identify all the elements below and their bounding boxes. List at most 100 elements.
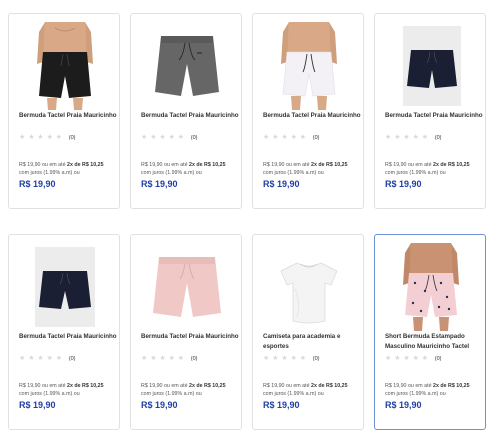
installment-amount: 2x de R$ 10,25 [311, 162, 348, 168]
product-price: R$ 19,90 [141, 179, 178, 189]
star-icon: ★ [168, 133, 175, 141]
star-icon: ★ [159, 354, 166, 362]
review-count: (0) [190, 355, 198, 362]
installment-suffix: com juros (1.99% a.m) ou [19, 391, 80, 398]
star-icon: ★ [412, 133, 419, 141]
product-image[interactable] [383, 243, 479, 331]
installment-suffix: com juros (1.99% a.m) ou [141, 391, 202, 398]
installment-prefix: R$ 19,90 ou em até [385, 383, 432, 389]
star-icon: ★ [403, 354, 410, 362]
product-card[interactable]: Bermuda Tactel Praia Mauricinho ★ ★ ★ ★ ★ (0… [8, 234, 120, 430]
star-icon: ★ [281, 133, 288, 141]
product-rating: ★ ★ ★ ★ ★ (0) [385, 134, 441, 141]
product-card[interactable]: Bermuda Tactel Praia Mauricinho ★ ★ ★ ★ ★ (0… [252, 13, 364, 209]
rating-stars: ★ ★ ★ ★ ★ [19, 134, 63, 141]
rating-stars: ★ ★ ★ ★ ★ [263, 134, 307, 141]
product-card[interactable]: Camiseta para academia e esportes ★ ★ ★ ★ ★ … [252, 234, 364, 430]
star-icon: ★ [55, 133, 63, 141]
star-icon: ★ [272, 354, 279, 362]
star-icon: ★ [46, 133, 53, 141]
star-icon: ★ [55, 354, 63, 362]
product-name[interactable]: Bermuda Tactel Praia Mauricinho [141, 111, 239, 121]
star-icon: ★ [385, 354, 392, 362]
product-price: R$ 19,90 [19, 179, 56, 189]
product-name[interactable]: Bermuda Tactel Praia Mauricinho [19, 111, 117, 121]
installment-amount: 2x de R$ 10,25 [67, 162, 104, 168]
star-icon: ★ [281, 354, 288, 362]
product-image[interactable] [17, 243, 113, 331]
product-rating: ★ ★ ★ ★ ★ (0) [141, 134, 197, 141]
star-icon: ★ [272, 133, 279, 141]
star-icon: ★ [394, 133, 401, 141]
installment-prefix: R$ 19,90 ou em até [19, 383, 66, 389]
star-icon: ★ [177, 354, 185, 362]
installment-prefix: R$ 19,90 ou em até [141, 162, 188, 168]
product-image[interactable] [261, 243, 357, 331]
installment-prefix: R$ 19,90 ou em até [141, 383, 188, 389]
product-price: R$ 19,90 [19, 400, 56, 410]
navy-shorts-image [17, 243, 113, 331]
product-rating: ★ ★ ★ ★ ★ (0) [263, 134, 319, 141]
installment-text: R$ 19,90 ou em até 2x de R$ 10,25 com ju… [263, 382, 363, 399]
product-rating: ★ ★ ★ ★ ★ (0) [141, 355, 197, 362]
product-rating: ★ ★ ★ ★ ★ (0) [385, 355, 441, 362]
installment-amount: 2x de R$ 10,25 [189, 383, 226, 389]
review-count: (0) [68, 355, 76, 362]
product-price: R$ 19,90 [141, 400, 178, 410]
product-price: R$ 19,90 [263, 179, 300, 189]
product-rating: ★ ★ ★ ★ ★ (0) [19, 355, 75, 362]
product-name[interactable]: Bermuda Tactel Praia Mauricinho [19, 332, 117, 342]
star-icon: ★ [421, 354, 429, 362]
star-icon: ★ [37, 133, 44, 141]
product-image[interactable] [139, 243, 235, 331]
installment-suffix: com juros (1.99% a.m) ou [19, 170, 80, 177]
gray-shorts-image [139, 22, 235, 110]
installment-text: R$ 19,90 ou em até 2x de R$ 10,25 com ju… [19, 382, 119, 399]
star-icon: ★ [19, 133, 26, 141]
installment-amount: 2x de R$ 10,25 [433, 383, 470, 389]
product-image[interactable] [17, 22, 113, 110]
product-card[interactable]: Bermuda Tactel Praia Mauricinho ★ ★ ★ ★ ★ (0… [130, 13, 242, 209]
product-price: R$ 19,90 [385, 400, 422, 410]
installment-text: R$ 19,90 ou em até 2x de R$ 10,25 com ju… [263, 161, 363, 178]
rating-stars: ★ ★ ★ ★ ★ [263, 355, 307, 362]
installment-suffix: com juros (1.99% a.m) ou [385, 391, 446, 398]
star-icon: ★ [150, 133, 157, 141]
product-card[interactable]: Bermuda Tactel Praia Mauricinho ★ ★ ★ ★ ★ (0… [8, 13, 120, 209]
star-icon: ★ [263, 133, 270, 141]
product-name[interactable]: Camiseta para academia e esportes [263, 332, 361, 351]
installment-suffix: com juros (1.99% a.m) ou [263, 170, 324, 177]
product-name[interactable]: Short Bermuda Estampado Masculino Mauric… [385, 332, 483, 351]
product-card[interactable]: Bermuda Tactel Praia Mauricinho ★ ★ ★ ★ ★ (0… [374, 13, 486, 209]
product-name[interactable]: Bermuda Tactel Praia Mauricinho [385, 111, 483, 121]
installment-text: R$ 19,90 ou em até 2x de R$ 10,25 com ju… [385, 382, 485, 399]
star-icon: ★ [150, 354, 157, 362]
model-pink-print-shorts-image [383, 243, 479, 331]
product-name[interactable]: Bermuda Tactel Praia Mauricinho [263, 111, 361, 121]
product-image[interactable] [139, 22, 235, 110]
review-count: (0) [68, 134, 76, 141]
rating-stars: ★ ★ ★ ★ ★ [385, 355, 429, 362]
star-icon: ★ [19, 354, 26, 362]
installment-text: R$ 19,90 ou em até 2x de R$ 10,25 com ju… [19, 161, 119, 178]
rating-stars: ★ ★ ★ ★ ★ [19, 355, 63, 362]
installment-prefix: R$ 19,90 ou em até [263, 162, 310, 168]
product-card[interactable]: Bermuda Tactel Praia Mauricinho ★ ★ ★ ★ ★ (0… [130, 234, 242, 430]
product-image[interactable] [383, 22, 479, 110]
star-icon: ★ [290, 354, 297, 362]
star-icon: ★ [290, 133, 297, 141]
product-card[interactable]: Short Bermuda Estampado Masculino Mauric… [374, 234, 486, 430]
review-count: (0) [312, 355, 320, 362]
review-count: (0) [190, 134, 198, 141]
star-icon: ★ [28, 133, 35, 141]
rating-stars: ★ ★ ★ ★ ★ [141, 134, 185, 141]
installment-text: R$ 19,90 ou em até 2x de R$ 10,25 com ju… [141, 161, 241, 178]
product-image[interactable] [261, 22, 357, 110]
product-rating: ★ ★ ★ ★ ★ (0) [263, 355, 319, 362]
star-icon: ★ [159, 133, 166, 141]
star-icon: ★ [385, 133, 392, 141]
product-name[interactable]: Bermuda Tactel Praia Mauricinho [141, 332, 239, 342]
star-icon: ★ [394, 354, 401, 362]
star-icon: ★ [177, 133, 185, 141]
star-icon: ★ [46, 354, 53, 362]
